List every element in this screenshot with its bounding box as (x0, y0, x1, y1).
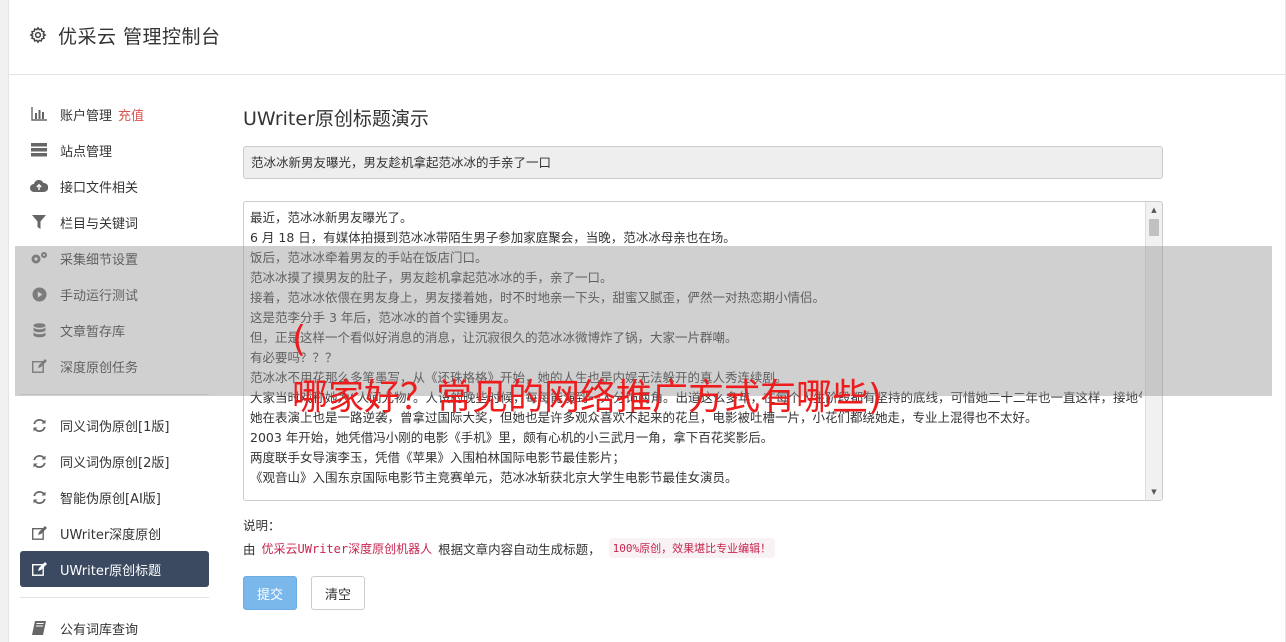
sidebar-item-label: 文章暂存库 (60, 324, 126, 340)
scrollbar-thumb[interactable] (1149, 219, 1159, 236)
server-icon (30, 141, 48, 159)
app-title: 优采云 管理控制台 (58, 26, 221, 48)
filter-icon (30, 213, 48, 231)
play-circle-icon (30, 285, 48, 303)
sidebar-item-account[interactable]: 账户管理 充值 (20, 96, 209, 132)
sidebar: 账户管理 充值 站点管理 接口文件相关 栏目与关键词 采集细节设置 手动运行测试 (20, 96, 209, 642)
sidebar-item-label: 深度原创任务 (60, 360, 139, 376)
cloud-upload-icon (30, 177, 48, 195)
edit-icon (30, 357, 48, 375)
article-line: 有必要吗？？？ (250, 350, 338, 365)
cogs-icon (30, 249, 48, 267)
database-icon (30, 321, 48, 339)
article-line: 《观音山》入围东京国际电影节主竞赛单元，范冰冰斩获北京大学生电影节最佳女演员。 (250, 470, 738, 485)
article-line: 最近，范冰冰新男友曝光了。 (250, 210, 413, 225)
sidebar-divider (20, 394, 209, 395)
sidebar-item-label: 账户管理 (60, 108, 113, 124)
refresh-icon (30, 452, 48, 470)
sidebar-item-synonym-v2[interactable]: 同义词伪原创[2版] (20, 443, 209, 479)
sidebar-item-uwriter-deep[interactable]: UWriter深度原创 (20, 515, 209, 551)
description-by: 由 (243, 541, 256, 557)
sidebar-item-uwriter-title[interactable]: UWriter原创标题 (20, 551, 209, 587)
header: 优采云 管理控制台 (9, 0, 1285, 75)
recharge-link[interactable]: 充值 (118, 105, 144, 124)
sidebar-item-deep-original-task[interactable]: 深度原创任务 (20, 348, 209, 384)
article-textarea[interactable]: 最近，范冰冰新男友曝光了。 6 月 18 日，有媒体拍摄到范冰冰带陌生男子参加家庭… (243, 201, 1163, 501)
watermark-open-paren: ( (292, 319, 307, 360)
sidebar-item-label: 同义词伪原创[2版] (60, 455, 170, 471)
form-actions: 提交 清空 (243, 576, 1163, 610)
sidebar-item-label: 采集细节设置 (60, 252, 139, 268)
title-output-field[interactable]: 范冰冰新男友曝光，男友趁机拿起范冰冰的手亲了一口 (243, 146, 1163, 179)
sidebar-item-label: 公有词库查询 (60, 622, 139, 638)
sidebar-item-label: 栏目与关键词 (60, 216, 139, 232)
article-line: 这是范李分手 3 年后，范冰冰的首个实锤男友。 (250, 310, 516, 325)
sidebar-item-label: UWriter深度原创 (60, 527, 162, 543)
article-line: 6 月 18 日，有媒体拍摄到范冰冰带陌生男子参加家庭聚会，当晚，范冰冰母亲也在… (250, 230, 736, 245)
bar-chart-icon (30, 105, 48, 123)
article-line: 2003 年开始，她凭借冯小刚的电影《手机》里，颇有心机的小三武月一角，拿下百花… (250, 430, 774, 445)
page-title: UWriter原创标题演示 (243, 108, 429, 130)
sidebar-item-label: 智能伪原创[AI版] (60, 491, 161, 507)
scroll-down-arrow-icon[interactable]: ▼ (1146, 484, 1162, 500)
gear-icon (29, 26, 47, 44)
book-icon (30, 619, 48, 637)
description-middle: 根据文章内容自动生成标题， (438, 541, 601, 557)
original-claim-code: 100%原创，效果堪比专业编辑！ (608, 538, 776, 558)
sidebar-item-columns-keywords[interactable]: 栏目与关键词 (20, 204, 209, 240)
scrollbar[interactable]: ▲ ▼ (1145, 202, 1162, 500)
refresh-icon (30, 488, 48, 506)
robot-name-code: 优采云UWriter深度原创机器人 (261, 541, 433, 556)
sidebar-item-synonym-v1[interactable]: 同义词伪原创[1版] (20, 407, 209, 443)
article-line: 接着，范冰冰依偎在男友身上，男友搂着她，时不时地亲一下头，甜蜜又腻歪，俨然一对热… (250, 290, 826, 305)
scroll-up-arrow-icon[interactable]: ▲ (1146, 202, 1162, 218)
sidebar-item-ai-rewrite[interactable]: 智能伪原创[AI版] (20, 479, 209, 515)
refresh-icon (30, 416, 48, 434)
article-line: 范冰冰摸了摸男友的肚子，男友趁机拿起范冰冰的手，亲了一口。 (250, 270, 613, 285)
watermark-main: 哪家好？常见的网络推广方式有哪些) (292, 377, 883, 418)
edit-icon (30, 524, 48, 542)
sidebar-item-label: 站点管理 (60, 144, 113, 160)
edit-icon (30, 560, 48, 578)
sidebar-item-interface[interactable]: 接口文件相关 (20, 168, 209, 204)
description-label: 说明： (243, 518, 281, 533)
article-line: 两度联手女导演李玉，凭借《苹果》入围柏林国际电影节最佳影片； (250, 450, 626, 465)
sidebar-item-article-store[interactable]: 文章暂存库 (20, 312, 209, 348)
main-content: UWriter原创标题演示 范冰冰新男友曝光，男友趁机拿起范冰冰的手亲了一口 最… (243, 104, 1163, 610)
sidebar-item-public-lexicon[interactable]: 公有词库查询 (20, 610, 209, 642)
submit-button[interactable]: 提交 (243, 576, 297, 610)
article-line: 饭后，范冰冰牵着男友的手站在饭店门口。 (250, 250, 488, 265)
article-line: 但，正是这样一个看似好消息的消息，让沉寂很久的范冰冰微博炸了锅，大家一片群嘲。 (250, 330, 738, 345)
description-text: 由 优采云UWriter深度原创机器人 根据文章内容自动生成标题， 100%原创… (243, 537, 1163, 559)
article-text: 最近，范冰冰新男友曝光了。 6 月 18 日，有媒体拍摄到范冰冰带陌生男子参加家庭… (250, 208, 1142, 488)
sidebar-item-collect-settings[interactable]: 采集细节设置 (20, 240, 209, 276)
sidebar-item-label: 同义词伪原创[1版] (60, 419, 170, 435)
sidebar-item-sites[interactable]: 站点管理 (20, 132, 209, 168)
sidebar-divider (20, 597, 209, 598)
sidebar-item-label: UWriter原创标题 (60, 563, 162, 579)
sidebar-item-manual-test[interactable]: 手动运行测试 (20, 276, 209, 312)
sidebar-item-label: 接口文件相关 (60, 180, 139, 196)
sidebar-item-label: 手动运行测试 (60, 288, 139, 304)
clear-button[interactable]: 清空 (311, 576, 365, 610)
